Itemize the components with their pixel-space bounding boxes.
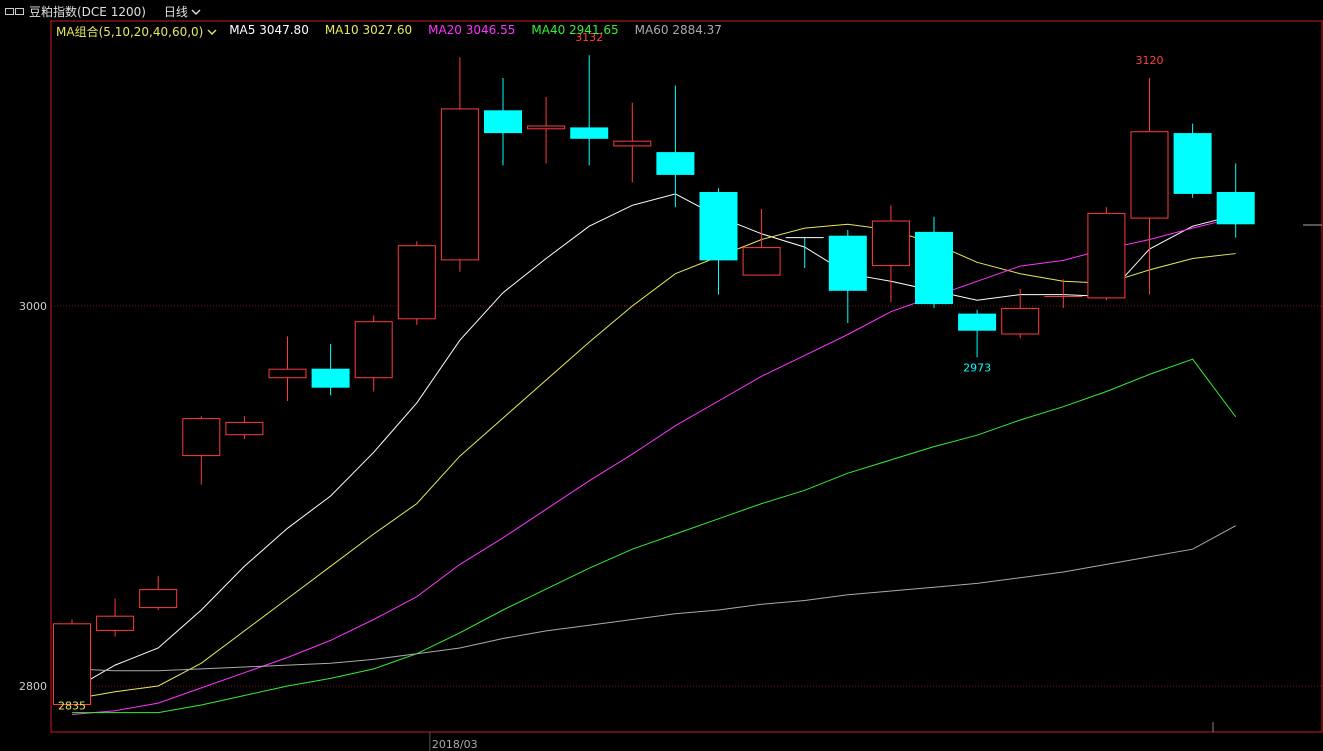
candle-body[interactable] [1173,133,1212,194]
ma-combo-label: MA组合(5,10,20,40,60,0) [56,25,204,39]
candle-body[interactable] [225,421,264,436]
candle-body[interactable] [354,321,393,379]
ma10-line [71,223,1236,700]
ma40-legend: MA40 2941.65 [531,23,619,37]
ma5-legend: MA5 3047.80 [229,23,309,37]
candle-body[interactable] [311,368,350,388]
ma-legend: MA组合(5,10,20,40,60,0) MA5 3047.80 MA10 3… [56,23,738,40]
ma10-legend: MA10 3027.60 [324,23,413,37]
candle-body[interactable] [440,108,479,261]
candle-body[interactable] [1130,131,1169,219]
candle-body[interactable] [742,247,781,276]
candle-body[interactable] [527,125,566,130]
candle-body[interactable] [484,110,522,134]
candle-body[interactable] [699,192,738,261]
x-tick-label: 2018/03 [432,738,478,751]
candle-body[interactable] [268,368,307,379]
candle-body[interactable] [828,235,867,291]
ma60-legend: MA60 2884.37 [634,23,722,37]
candle-body[interactable] [53,623,91,705]
candle-body[interactable] [613,140,652,147]
price-annotation: 2973 [963,361,991,374]
price-annotation: 3120 [1136,54,1164,67]
plot-frame [50,20,1323,733]
candle-body[interactable] [139,589,178,609]
candle-body[interactable] [397,245,436,320]
candle-body[interactable] [182,418,221,457]
candle-body[interactable] [915,231,953,305]
candle-body[interactable] [1001,307,1040,335]
ma5-line [71,193,1236,691]
ma-combo-selector[interactable]: MA组合(5,10,20,40,60,0) [56,23,217,40]
ma20-line [71,217,1236,715]
candle-body[interactable] [570,127,609,139]
candle-body[interactable] [958,313,997,331]
y-tick-label: 2800 [19,680,47,693]
candle-body[interactable] [96,615,135,631]
chevron-down-icon [207,29,217,35]
candle-body[interactable] [656,152,695,175]
y-tick-label: 3000 [19,300,47,313]
candle-body[interactable] [1087,212,1126,299]
ma60-line [71,525,1236,672]
ma40-line [72,358,1237,714]
candlestick-chart[interactable]: 300028002018/033132312029732835 [0,0,1323,751]
ma20-legend: MA20 3046.55 [428,23,516,37]
candle-body[interactable] [871,220,910,267]
price-annotation: 2835 [58,700,86,713]
candle-body[interactable] [1216,192,1255,225]
